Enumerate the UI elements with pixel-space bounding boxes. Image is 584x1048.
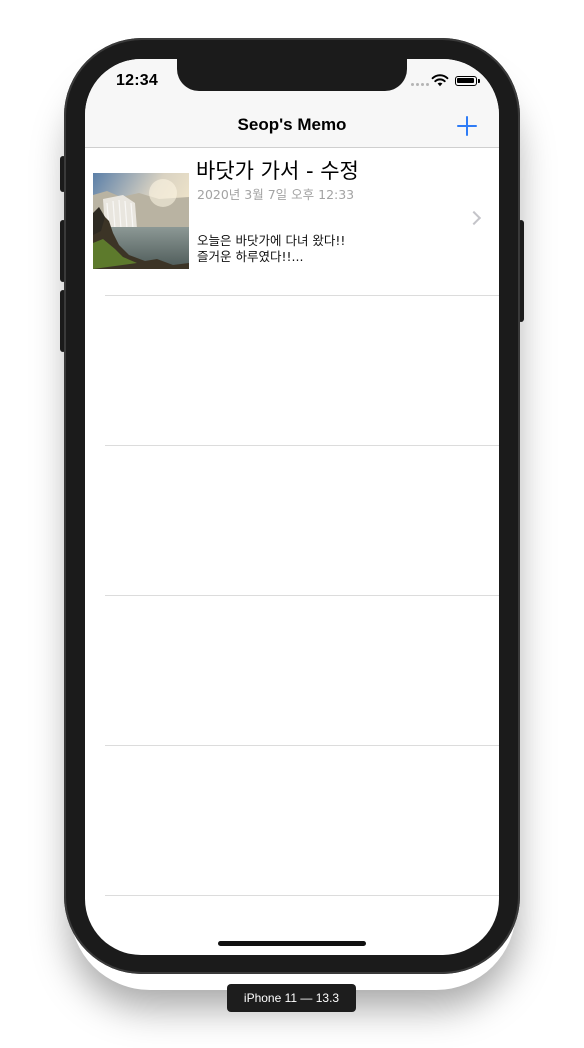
memo-body-line: 오늘은 바닷가에 다녀 왔다!! bbox=[197, 233, 346, 248]
cellular-signal-icon bbox=[411, 83, 429, 86]
device-label: iPhone 11 — 13.3 bbox=[227, 984, 356, 1012]
device-notch bbox=[177, 59, 407, 91]
wifi-icon bbox=[431, 74, 449, 87]
battery-icon bbox=[455, 76, 480, 86]
add-memo-button[interactable] bbox=[453, 113, 481, 139]
memo-row[interactable]: 바닷가 가서 - 수정 2020년 3월 7일 오후 12:33 오늘은 바닷가… bbox=[85, 147, 499, 296]
memo-body-preview: 오늘은 바닷가에 다녀 왔다!! 즐거운 하루였다!!... bbox=[197, 233, 345, 265]
empty-table-row bbox=[85, 746, 499, 896]
navigation-bar: Seop's Memo bbox=[85, 103, 499, 148]
empty-table-row bbox=[85, 596, 499, 746]
empty-table-row bbox=[85, 296, 499, 446]
device-screen: 12:34 Seop's Memo 바닷가 가서 - 수정 2020년 3월 7… bbox=[85, 59, 499, 955]
status-time: 12:34 bbox=[116, 72, 158, 89]
empty-table-row bbox=[85, 446, 499, 596]
waterfall-photo bbox=[93, 173, 189, 269]
memo-thumbnail bbox=[93, 173, 189, 269]
simulator-stage: 12:34 Seop's Memo 바닷가 가서 - 수정 2020년 3월 7… bbox=[0, 0, 584, 1048]
memo-title: 바닷가 가서 - 수정 bbox=[196, 159, 359, 183]
home-indicator[interactable] bbox=[218, 941, 366, 946]
memo-table[interactable]: 바닷가 가서 - 수정 2020년 3월 7일 오후 12:33 오늘은 바닷가… bbox=[85, 147, 499, 896]
chevron-right-icon bbox=[466, 210, 482, 226]
memo-date: 2020년 3월 7일 오후 12:33 bbox=[197, 187, 355, 202]
memo-body-line: 즐거운 하루였다!!... bbox=[197, 249, 304, 264]
nav-title: Seop's Memo bbox=[237, 115, 347, 134]
